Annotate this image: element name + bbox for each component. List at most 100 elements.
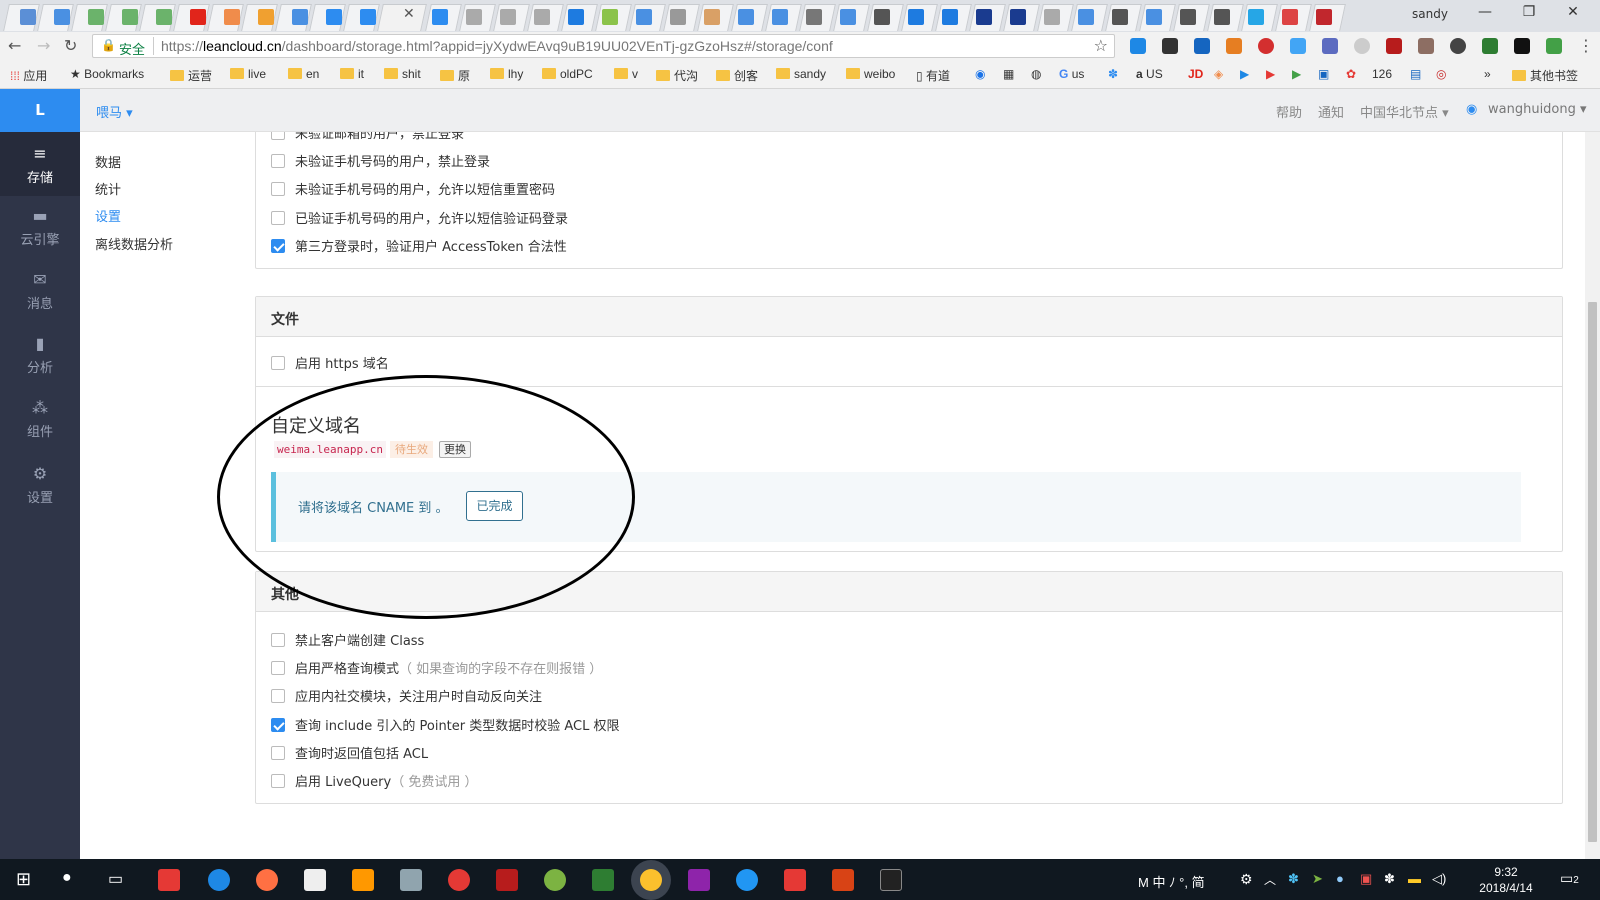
subnav-data[interactable]: 数据 [95,152,121,171]
other-bookmarks[interactable]: 其他书签 [1512,67,1578,84]
extension-icon[interactable] [1418,38,1434,54]
option-row[interactable]: 启用 https 域名 [271,353,389,372]
bookmark-item[interactable]: ★ Bookmarks [70,67,144,81]
extension-icon[interactable] [1194,38,1210,54]
bookmark-folder[interactable]: oldPC [542,67,593,81]
bookmark-icon-item[interactable]: ◉ [975,67,985,81]
bookmark-folder[interactable]: weibo [846,67,895,81]
bookmark-folder[interactable]: shit [384,67,421,81]
extension-icon[interactable] [1386,38,1402,54]
reload-icon[interactable]: ↻ [64,36,77,55]
subnav-stats[interactable]: 统计 [95,179,121,198]
app-icon[interactable] [736,869,758,891]
extension-icon[interactable] [1290,38,1306,54]
bookmark-folder[interactable]: 代沟 [656,67,698,84]
app-logo[interactable]: L [0,89,80,132]
bookmark-folder[interactable]: it [340,67,364,81]
app-icon[interactable] [688,869,710,891]
tray-icon[interactable]: ➤ [1312,871,1323,887]
bookmark-icon-item[interactable]: ◍ [1031,67,1041,81]
option-row[interactable]: 第三方登录时，验证用户 AccessToken 合法性 [271,236,567,255]
notice-link[interactable]: 通知 [1318,102,1344,121]
more-bookmarks-icon[interactable]: » [1484,67,1491,81]
extension-icon[interactable] [1514,38,1530,54]
subnav-settings[interactable]: 设置 [95,206,121,225]
bookmark-icon-item[interactable]: ▣ [1318,67,1329,81]
tray-icon[interactable]: ▣ [1360,871,1372,887]
restore-icon[interactable]: ❐ [1514,4,1544,20]
search-icon[interactable] [352,869,374,891]
settings-tray-icon[interactable]: ⚙ [1240,871,1253,888]
option-row[interactable]: 启用 LiveQuery（ 免费试用 ） [271,771,477,790]
bookmark-folder[interactable]: lhy [490,67,523,81]
bookmark-item[interactable]: ▯ 有道 [916,67,950,84]
adblock-icon[interactable] [1258,38,1274,54]
back-icon[interactable]: ← [8,36,21,55]
tray-icon[interactable]: ✽ [1384,871,1395,887]
bookmark-folder[interactable]: 创客 [716,67,758,84]
checkbox[interactable] [271,356,285,370]
extension-icon[interactable] [1546,38,1562,54]
minimize-icon[interactable]: — [1470,4,1500,20]
task-view-icon[interactable]: ▭ [108,869,123,889]
checkbox[interactable] [271,746,285,760]
firefox-icon[interactable] [256,869,278,891]
menu-icon[interactable]: ⋮ [1578,36,1594,55]
edge-icon[interactable] [208,869,230,891]
checkbox-checked[interactable] [271,239,285,253]
xmind-icon[interactable] [784,869,806,891]
terminal-icon[interactable] [880,869,902,891]
option-row[interactable]: 应用内社交模块，关注用户时自动反向关注 [271,686,542,705]
option-row[interactable]: 查询时返回值包括 ACL [271,743,428,762]
region-dropdown[interactable]: 中国华北节点 ▾ [1360,102,1449,121]
user-menu[interactable]: wanghuidong ▾ [1488,102,1587,117]
chrome-icon[interactable] [640,869,662,891]
cortana-icon[interactable]: ● [62,869,72,887]
volume-icon[interactable]: ◁) [1432,871,1446,887]
bookmark-folder[interactable]: v [614,67,638,81]
android-studio-icon[interactable] [544,869,566,891]
app-switcher[interactable]: 喂马 ▾ [96,102,133,121]
xmind-icon[interactable] [158,869,180,891]
app-icon[interactable] [304,869,326,891]
browser-tab-active[interactable] [377,4,427,31]
checkbox[interactable] [271,132,285,140]
option-row[interactable]: 禁止客户端创建 Class [271,630,424,649]
close-tab-icon[interactable]: ✕ [403,6,415,22]
extension-icon[interactable] [1322,38,1338,54]
sidebar-item-components[interactable]: ⁂ 组件 [0,398,80,440]
netease-music-icon[interactable] [448,869,470,891]
bookmark-star-icon[interactable]: ☆ [1094,36,1108,55]
sidebar-item-storage[interactable]: ≡ 存储 [0,132,80,196]
clock-date[interactable]: 2018/4/14 [1470,881,1542,895]
extension-icon[interactable] [1482,38,1498,54]
checkbox[interactable] [271,182,285,196]
extension-icon[interactable] [1162,38,1178,54]
browser-user-name[interactable]: sandy [1412,7,1448,21]
option-row[interactable]: 启用严格查询模式（ 如果查询的字段不存在则报错 ） [271,658,602,677]
app-icon[interactable] [496,869,518,891]
option-row[interactable]: 未验证邮箱的用户，禁止登录 [271,132,464,142]
checkbox-checked[interactable] [271,718,285,732]
option-row[interactable]: 未验证手机号码的用户，允许以短信重置密码 [271,179,555,198]
bookmark-folder[interactable]: 原 [440,67,470,84]
clock-time[interactable]: 9:32 [1476,865,1536,879]
tray-icon[interactable]: ▬ [1408,871,1421,886]
bookmark-icon-item[interactable]: ▤ [1410,67,1421,81]
bookmark-item[interactable]: a US [1136,67,1163,81]
bookmark-icon-item[interactable]: ✿ [1346,67,1356,81]
tray-icon[interactable]: ✽ [1288,871,1299,887]
scrollbar-thumb[interactable] [1588,302,1597,842]
sidebar-item-analytics[interactable]: ▮ 分析 [0,334,80,376]
sidebar-item-cloud-engine[interactable]: ▬ 云引擎 [0,206,80,248]
bookmark-icon-item[interactable]: ▦ [1003,67,1014,81]
checkbox[interactable] [271,774,285,788]
forward-icon[interactable]: → [37,36,50,55]
checkbox[interactable] [271,661,285,675]
close-window-icon[interactable]: ✕ [1558,4,1588,20]
bookmark-icon-item[interactable]: ◎ [1436,67,1446,81]
option-row[interactable]: 未验证手机号码的用户，禁止登录 [271,151,490,170]
checkbox[interactable] [271,689,285,703]
apps-bookmark[interactable]: ⁞⁞⁞ 应用 [10,67,47,84]
help-link[interactable]: 帮助 [1276,102,1302,121]
